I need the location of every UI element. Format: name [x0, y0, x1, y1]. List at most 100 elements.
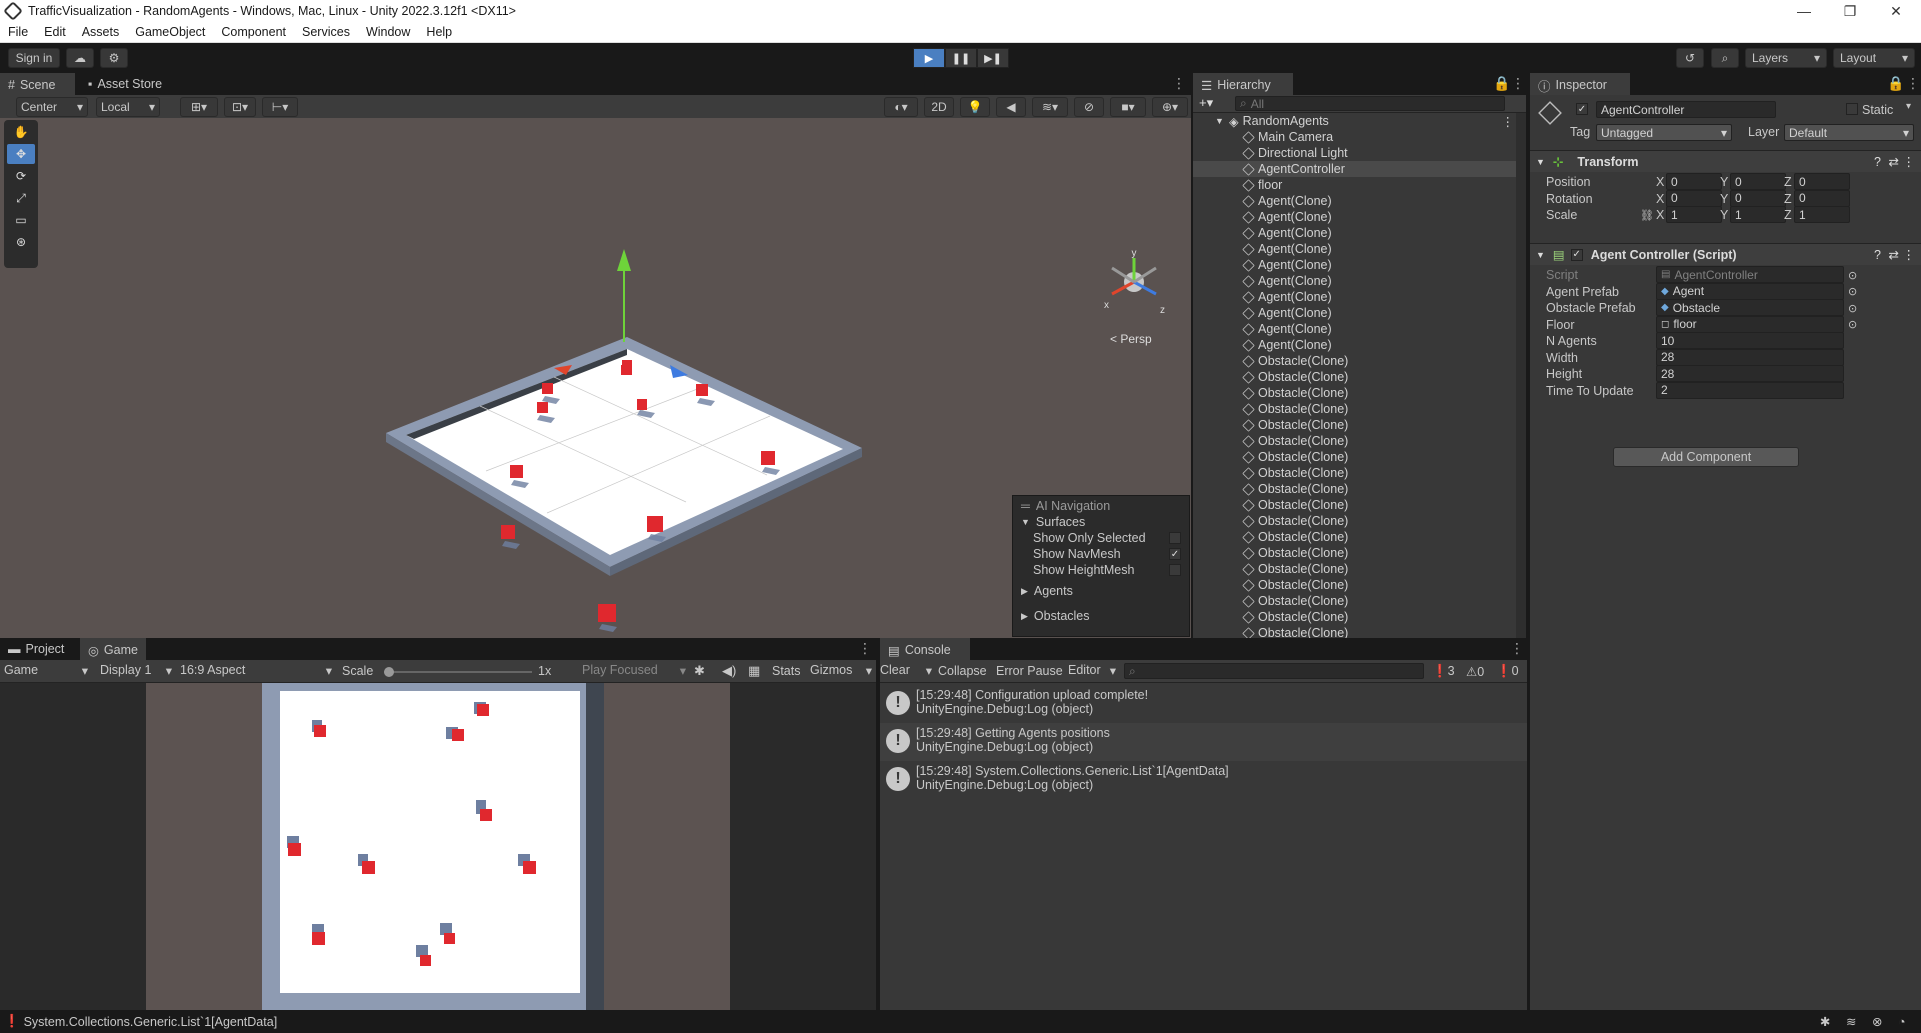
snap-increment-icon[interactable]: ⊡▾	[224, 97, 256, 117]
camera-icon[interactable]: ■▾	[1110, 97, 1146, 117]
tab-console[interactable]: ▤ Console	[880, 638, 970, 660]
agent-controller-header[interactable]: ▼ ▤ ✓ Agent Controller (Script) ? ⇄ ⋮	[1530, 243, 1921, 265]
rect-tool-icon[interactable]: ▭	[7, 210, 35, 230]
transform-z-field[interactable]: 0	[1794, 189, 1850, 207]
transform-x-field[interactable]: 1	[1666, 206, 1722, 223]
move-tool-icon[interactable]: ✥	[7, 144, 35, 164]
transform-x-field[interactable]: 0	[1666, 189, 1722, 207]
hierarchy-item[interactable]: Obstacle(Clone)	[1193, 513, 1526, 529]
hierarchy-item[interactable]: Obstacle(Clone)	[1193, 369, 1526, 385]
aspect-dropdown[interactable]: 16:9 Aspect ▾	[180, 663, 332, 678]
obstacles-foldout[interactable]: ▶ Obstacles	[1021, 608, 1090, 624]
scene-root-item[interactable]: ▼ ◈ RandomAgents ⋮	[1193, 113, 1526, 129]
hierarchy-item[interactable]: Obstacle(Clone)	[1193, 481, 1526, 497]
gizmos-icon[interactable]: ⊕▾	[1152, 97, 1188, 117]
menu-help[interactable]: Help	[418, 25, 460, 39]
hierarchy-item[interactable]: Agent(Clone)	[1193, 241, 1526, 257]
menu-assets[interactable]: Assets	[74, 25, 128, 39]
object-picker-icon[interactable]: ⊙	[1848, 269, 1857, 282]
error-count-toggle[interactable]: ❗0	[1496, 664, 1519, 679]
more-icon[interactable]: ⋮	[1502, 114, 1515, 129]
tab-asset-store[interactable]: ▪ Asset Store	[80, 73, 170, 95]
audio-icon[interactable]: ◀	[996, 97, 1026, 117]
status-message[interactable]: System.Collections.Generic.List`1[AgentD…	[24, 1015, 278, 1029]
transform-z-field[interactable]: 1	[1794, 206, 1850, 223]
hierarchy-item[interactable]: Directional Light	[1193, 145, 1526, 161]
tab-hierarchy[interactable]: ☰ Hierarchy	[1193, 73, 1293, 95]
hierarchy-search-input[interactable]: ⌕ All	[1235, 96, 1505, 111]
transform-y-field[interactable]: 0	[1730, 189, 1786, 207]
console-log-entry[interactable]: ! [15:29:48] Getting Agents positions Unit…	[880, 723, 1527, 761]
lock-icon[interactable]: 🔒	[1887, 75, 1904, 92]
scale-slider-handle[interactable]	[384, 667, 394, 677]
transform-x-field[interactable]: 0	[1666, 173, 1722, 190]
pivot-dropdown[interactable]: Center ▾	[16, 97, 88, 117]
tab-project[interactable]: ▬ Project	[0, 638, 72, 660]
transform-z-field[interactable]: 0	[1794, 173, 1850, 190]
script-field-value[interactable]: 28	[1656, 365, 1844, 382]
keyboard-icon[interactable]: ▦	[748, 663, 760, 679]
hierarchy-item[interactable]: floor	[1193, 177, 1526, 193]
collab-icon[interactable]: ⚙	[100, 48, 128, 68]
hierarchy-item[interactable]: Agent(Clone)	[1193, 289, 1526, 305]
more-icon[interactable]: ⋮	[1903, 247, 1916, 262]
show-navmesh-checkbox[interactable]: ✓	[1169, 548, 1181, 560]
hierarchy-item[interactable]: Agent(Clone)	[1193, 257, 1526, 273]
menu-edit[interactable]: Edit	[36, 25, 74, 39]
hierarchy-item[interactable]: Obstacle(Clone)	[1193, 401, 1526, 417]
tab-inspector[interactable]: ⓘ Inspector	[1530, 73, 1630, 95]
hierarchy-item[interactable]: Obstacle(Clone)	[1193, 449, 1526, 465]
show-heightmesh-checkbox[interactable]	[1169, 564, 1181, 576]
hierarchy-item[interactable]: Agent(Clone)	[1193, 305, 1526, 321]
bug-icon[interactable]: ✱	[694, 663, 705, 679]
constrain-proportions-icon[interactable]: ⛓	[1640, 209, 1654, 222]
more-icon[interactable]: ⋮	[1903, 154, 1916, 169]
game-viewport[interactable]	[0, 683, 876, 1010]
hierarchy-item[interactable]: Agent(Clone)	[1193, 337, 1526, 353]
more-icon[interactable]: ⋮	[1906, 75, 1920, 92]
hierarchy-item[interactable]: Obstacle(Clone)	[1193, 497, 1526, 513]
layers-dropdown[interactable]: Layers ▾	[1745, 48, 1827, 68]
progress-icon[interactable]: ◔	[1898, 1015, 1906, 1029]
more-icon[interactable]: ⋮	[1172, 75, 1186, 92]
hierarchy-item[interactable]: Obstacle(Clone)	[1193, 385, 1526, 401]
script-field-value[interactable]: 10	[1656, 332, 1844, 349]
space-dropdown[interactable]: Local ▾	[96, 97, 160, 117]
error-pause-button[interactable]: Error Pause	[996, 664, 1063, 678]
rotate-tool-icon[interactable]: ⟳	[7, 166, 35, 186]
hierarchy-item[interactable]: Obstacle(Clone)	[1193, 561, 1526, 577]
surfaces-foldout[interactable]: ▼ Surfaces	[1021, 514, 1085, 530]
minimize-button[interactable]: —	[1781, 0, 1827, 22]
hierarchy-item[interactable]: Agent(Clone)	[1193, 321, 1526, 337]
editor-dropdown[interactable]: Editor ▾	[1068, 663, 1116, 678]
script-field-value[interactable]: 2	[1656, 381, 1844, 399]
hierarchy-item[interactable]: Obstacle(Clone)	[1193, 577, 1526, 593]
close-button[interactable]: ✕	[1873, 0, 1919, 22]
object-name-field[interactable]: AgentController	[1596, 101, 1776, 118]
tab-game[interactable]: ◎ Game	[80, 638, 146, 660]
object-picker-icon[interactable]: ⊙	[1848, 302, 1857, 315]
add-icon[interactable]: +▾	[1199, 95, 1213, 111]
script-field-value[interactable]: ◆ Obstacle	[1656, 299, 1844, 316]
grid-snap-icon[interactable]: ⊞▾	[180, 97, 218, 117]
menu-component[interactable]: Component	[213, 25, 294, 39]
play-button[interactable]: ▶	[913, 48, 945, 68]
visibility-icon[interactable]: ⊘	[1074, 97, 1104, 117]
clear-dropdown[interactable]: Clear ▾	[880, 663, 932, 678]
shading-mode-icon[interactable]: ◐▾	[884, 97, 918, 117]
hierarchy-item[interactable]: Obstacle(Clone)	[1193, 529, 1526, 545]
script-field-value[interactable]: ◆ Agent	[1656, 282, 1844, 300]
more-icon[interactable]: ⋮	[858, 640, 872, 657]
scale-tool-icon[interactable]: ⤢	[7, 188, 35, 208]
scale-slider[interactable]	[384, 667, 532, 677]
show-only-selected-checkbox[interactable]	[1169, 532, 1181, 544]
display-mode-dropdown[interactable]: Game ▾	[4, 663, 88, 678]
script-field-value[interactable]: 28	[1656, 348, 1844, 366]
transform-header[interactable]: ▼ ⊹ Transform ? ⇄ ⋮	[1530, 150, 1921, 172]
hierarchy-item[interactable]: Obstacle(Clone)	[1193, 353, 1526, 369]
hierarchy-item[interactable]: Obstacle(Clone)	[1193, 417, 1526, 433]
more-icon[interactable]: ⋮	[1511, 75, 1525, 92]
hierarchy-item[interactable]: Obstacle(Clone)	[1193, 625, 1526, 638]
menu-gameobject[interactable]: GameObject	[127, 25, 213, 39]
add-component-button[interactable]: Add Component	[1613, 447, 1799, 467]
